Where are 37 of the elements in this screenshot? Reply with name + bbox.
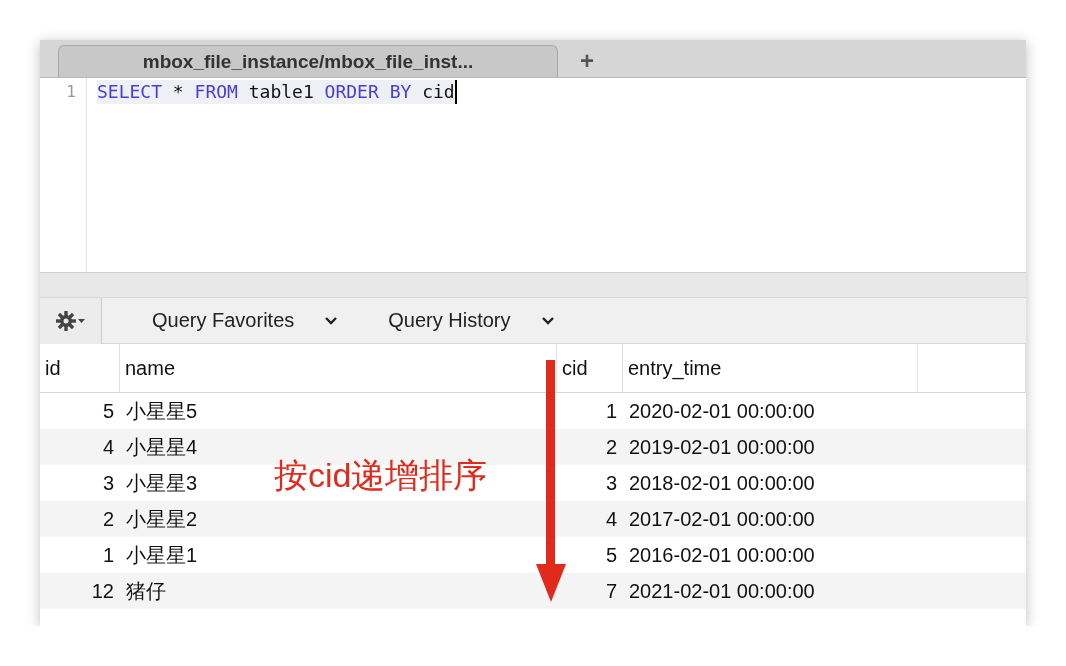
dropdown-menu[interactable]: Query Favorites xyxy=(152,309,339,332)
add-tab-button[interactable]: + xyxy=(572,45,602,77)
annotation-text: 按cid递增排序 xyxy=(274,455,488,496)
table-cell-text: 12 xyxy=(90,579,115,603)
table-cell-text: 小星星2 xyxy=(125,506,199,532)
table-cell-text: 2021-02-01 00:00:00 xyxy=(628,579,816,603)
table-cell-text: 5 xyxy=(604,543,618,567)
table-cell-text: 猪仔 xyxy=(125,578,167,604)
table-cell-text: 2019-02-01 00:00:00 xyxy=(628,435,816,459)
table-cell-text: 7 xyxy=(604,579,618,603)
table-cell-text: 1 xyxy=(101,543,115,567)
table-cell-text: 4 xyxy=(604,507,618,531)
table-cell-text: 2017-02-01 00:00:00 xyxy=(628,507,816,531)
chevron-down-icon xyxy=(540,315,555,326)
column-header[interactable]: id xyxy=(40,344,120,392)
column-header[interactable]: cid xyxy=(557,344,623,392)
table-cell-text: 小星星3 xyxy=(125,470,199,496)
table-cell-text: 3 xyxy=(101,471,115,495)
query-tab[interactable]: mbox_file_instance/mbox_file_inst... xyxy=(58,45,558,77)
dropdown-menu[interactable]: Query History xyxy=(388,309,555,332)
table-cell-text: 4 xyxy=(101,435,115,459)
table-cell-text: 1 xyxy=(604,399,618,423)
table-cell-text: 2016-02-01 00:00:00 xyxy=(628,543,816,567)
table-cell-text: 2020-02-01 00:00:00 xyxy=(628,399,816,423)
gear-menu-button[interactable] xyxy=(40,297,102,344)
table-cell-text: 2 xyxy=(101,507,115,531)
table-cell-text: 3 xyxy=(604,471,618,495)
table-cell-text: 小星星1 xyxy=(125,542,199,568)
table-cell-text: 小星星4 xyxy=(125,434,199,460)
table-cell-text: 5 xyxy=(101,399,115,423)
chevron-down-icon xyxy=(324,315,339,326)
settings-icon xyxy=(55,309,86,332)
table-cell-text: 2 xyxy=(604,435,618,459)
column-header[interactable]: entry_time xyxy=(623,344,918,392)
line-number: 1 xyxy=(65,81,76,103)
table-cell-text: 2018-02-01 00:00:00 xyxy=(628,471,816,495)
table-cell-text: 小星星5 xyxy=(125,398,199,424)
